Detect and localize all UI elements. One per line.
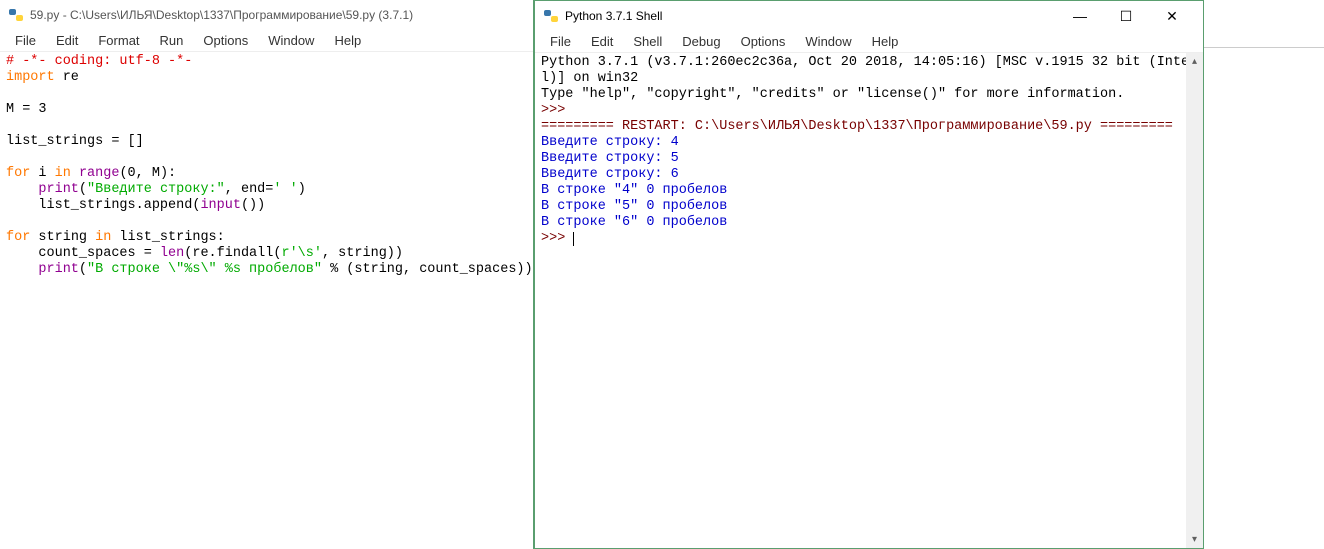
code-line: import re	[6, 70, 527, 86]
code-line: for i in range(0, M):	[6, 166, 527, 182]
menu-edit[interactable]: Edit	[582, 32, 622, 51]
editor-title: 59.py - C:\Users\ИЛЬЯ\Desktop\1337\Прогр…	[30, 8, 525, 22]
shell-line: >>>	[541, 231, 1197, 247]
code-line: M = 3	[6, 102, 527, 118]
menu-shell[interactable]: Shell	[624, 32, 671, 51]
code-line: for string in list_strings:	[6, 230, 527, 246]
menu-file[interactable]: File	[6, 31, 45, 50]
code-line: # -*- coding: utf-8 -*-	[6, 54, 527, 70]
window-controls: — ☐ ✕	[1057, 1, 1195, 31]
menu-options[interactable]: Options	[194, 31, 257, 50]
menu-run[interactable]: Run	[151, 31, 193, 50]
background-strip	[1204, 0, 1324, 48]
shell-output-area[interactable]: Python 3.7.1 (v3.7.1:260ec2c36a, Oct 20 …	[535, 53, 1203, 548]
code-line	[6, 118, 527, 134]
shell-line: Введите строку: 6	[541, 167, 1197, 183]
menu-help[interactable]: Help	[325, 31, 370, 50]
shell-line: В строке "6" 0 пробелов	[541, 215, 1197, 231]
code-line: print("В строке \"%s\" %s пробелов" % (s…	[6, 262, 527, 278]
maximize-button[interactable]: ☐	[1103, 1, 1149, 31]
menu-window[interactable]: Window	[796, 32, 860, 51]
code-line: list_strings = []	[6, 134, 527, 150]
python-file-icon	[8, 7, 24, 23]
shell-line: Type "help", "copyright", "credits" or "…	[541, 87, 1197, 103]
editor-titlebar[interactable]: 59.py - C:\Users\ИЛЬЯ\Desktop\1337\Прогр…	[0, 0, 533, 30]
shell-title: Python 3.7.1 Shell	[565, 9, 1057, 23]
close-button[interactable]: ✕	[1149, 1, 1195, 31]
minimize-button[interactable]: —	[1057, 1, 1103, 31]
menu-format[interactable]: Format	[89, 31, 148, 50]
code-line	[6, 150, 527, 166]
shell-line: l)] on win32	[541, 71, 1197, 87]
shell-line: Введите строку: 5	[541, 151, 1197, 167]
code-line: count_spaces = len(re.findall(r'\s', str…	[6, 246, 527, 262]
menu-edit[interactable]: Edit	[47, 31, 87, 50]
menu-debug[interactable]: Debug	[673, 32, 729, 51]
scroll-down-icon[interactable]: ▾	[1186, 531, 1203, 548]
menu-options[interactable]: Options	[732, 32, 795, 51]
shell-line: Введите строку: 4	[541, 135, 1197, 151]
editor-code-area[interactable]: # -*- coding: utf-8 -*-import re M = 3 l…	[0, 52, 533, 549]
code-line: list_strings.append(input())	[6, 198, 527, 214]
shell-scrollbar[interactable]: ▴ ▾	[1186, 53, 1203, 548]
shell-line: В строке "5" 0 пробелов	[541, 199, 1197, 215]
shell-window: Python 3.7.1 Shell — ☐ ✕ FileEditShellDe…	[534, 0, 1204, 549]
shell-line: В строке "4" 0 пробелов	[541, 183, 1197, 199]
shell-menubar: FileEditShellDebugOptionsWindowHelp	[535, 31, 1203, 53]
shell-titlebar[interactable]: Python 3.7.1 Shell — ☐ ✕	[535, 1, 1203, 31]
code-line: print("Введите строку:", end=' ')	[6, 182, 527, 198]
shell-line: Python 3.7.1 (v3.7.1:260ec2c36a, Oct 20 …	[541, 55, 1197, 71]
code-line	[6, 214, 527, 230]
shell-line: ========= RESTART: C:\Users\ИЛЬЯ\Desktop…	[541, 119, 1197, 135]
scroll-up-icon[interactable]: ▴	[1186, 53, 1203, 70]
menu-file[interactable]: File	[541, 32, 580, 51]
menu-window[interactable]: Window	[259, 31, 323, 50]
python-shell-icon	[543, 8, 559, 24]
shell-line: >>>	[541, 103, 1197, 119]
code-line	[6, 86, 527, 102]
editor-menubar: FileEditFormatRunOptionsWindowHelp	[0, 30, 533, 52]
editor-window: 59.py - C:\Users\ИЛЬЯ\Desktop\1337\Прогр…	[0, 0, 534, 549]
menu-help[interactable]: Help	[863, 32, 908, 51]
text-cursor	[573, 232, 574, 246]
